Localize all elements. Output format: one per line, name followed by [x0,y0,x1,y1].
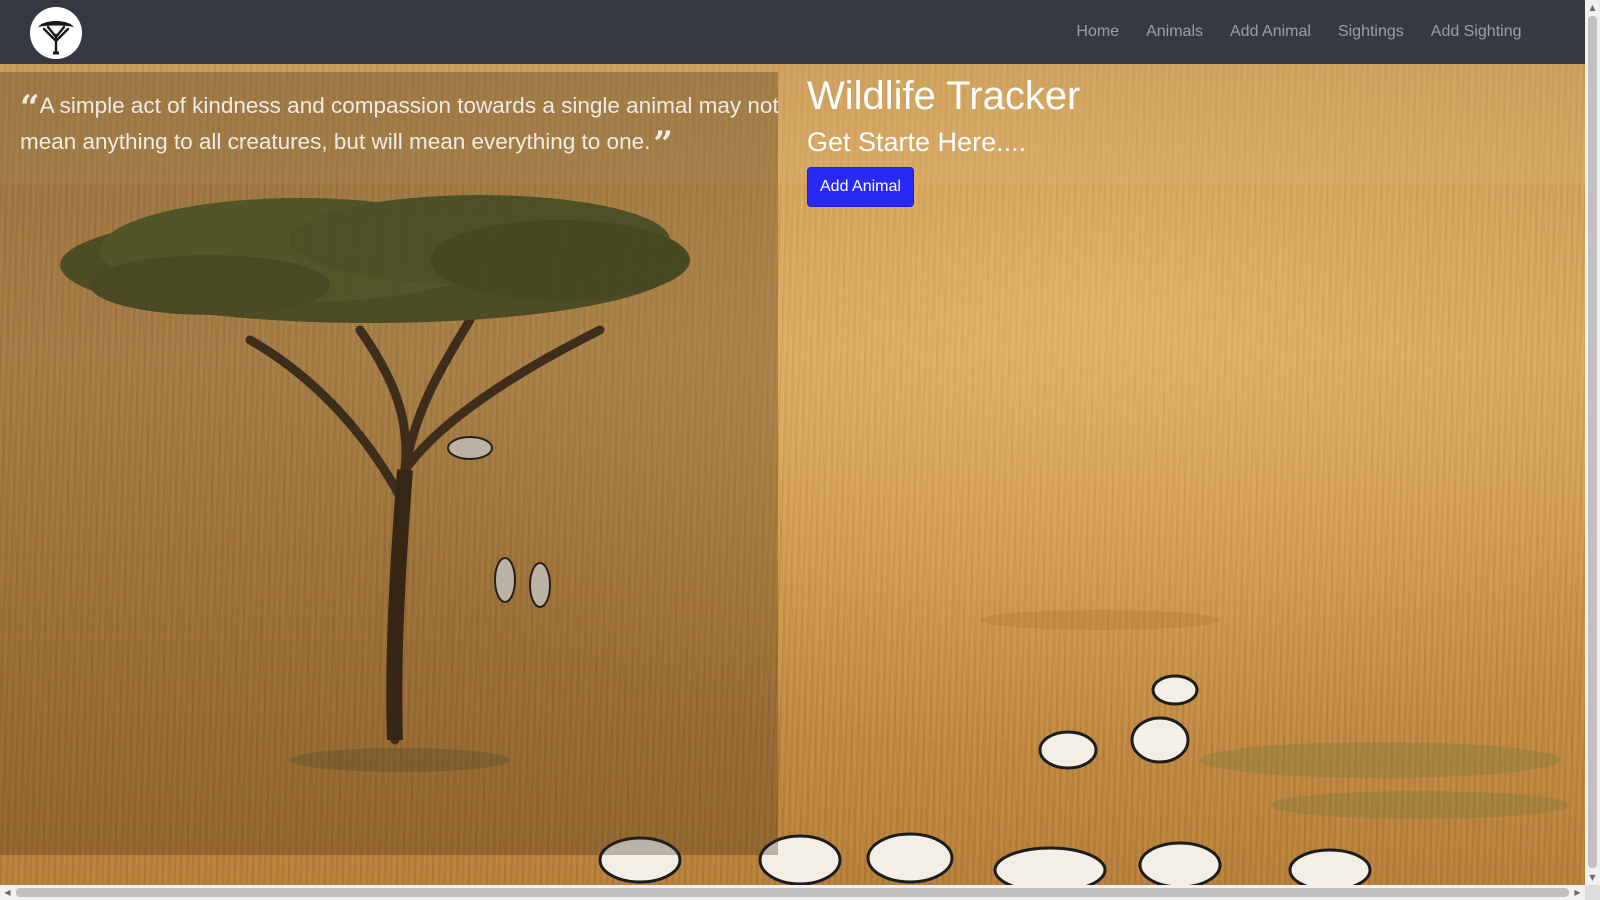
vertical-scrollbar[interactable]: ▲ ▼ [1585,0,1600,885]
nav-link-add-sighting[interactable]: Add Sighting [1417,0,1535,64]
hero-subtitle: Get Starte Here.... [807,127,1027,157]
quote-overlay-panel [0,72,778,855]
scroll-up-icon[interactable]: ▲ [1585,0,1600,15]
quote-block: “A simple act of kindness and compassion… [20,88,790,164]
top-navbar: Home Animals Add Animal Sightings Add Si… [0,0,1585,64]
quote-open-icon: “ [20,88,39,128]
hero-section: Wildlife Tracker Get Starte Here.... Add… [807,70,1080,207]
scroll-left-icon[interactable]: ◀ [0,885,15,900]
quote-close-icon: ” [653,124,672,164]
add-animal-button[interactable]: Add Animal [807,167,914,207]
nav-link-animals[interactable]: Animals [1133,0,1217,64]
vertical-scroll-thumb[interactable] [1588,16,1597,868]
horizontal-scroll-thumb[interactable] [16,888,1569,897]
nav-link-add-animal[interactable]: Add Animal [1217,0,1325,64]
scrollbar-corner [1585,885,1600,900]
nav-link-home[interactable]: Home [1063,0,1133,64]
nav-link-sightings[interactable]: Sightings [1324,0,1417,64]
brand-logo[interactable] [30,7,82,59]
scroll-right-icon[interactable]: ▶ [1570,885,1585,900]
scroll-down-icon[interactable]: ▼ [1585,870,1600,885]
acacia-tree-logo-icon [30,7,82,59]
page-title: Wildlife Tracker [807,74,1081,118]
nav-links: Home Animals Add Animal Sightings Add Si… [1063,0,1535,64]
horizontal-scrollbar[interactable]: ◀ ▶ [0,885,1585,900]
